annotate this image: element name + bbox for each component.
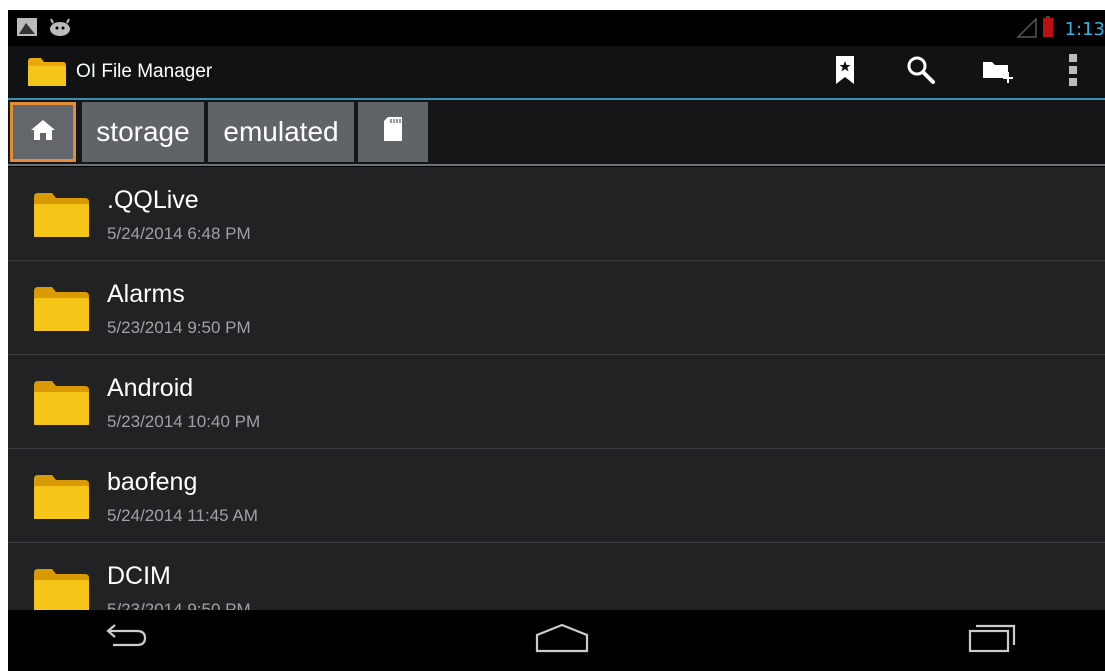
- breadcrumb-emulated[interactable]: emulated: [208, 102, 354, 162]
- signal-icon: [1016, 17, 1038, 43]
- file-name: Android: [107, 374, 194, 402]
- action-bar: OI File Manager: [8, 46, 1105, 100]
- status-bar: 1:13: [8, 10, 1105, 45]
- battery-icon: [1042, 16, 1054, 43]
- breadcrumb-home[interactable]: [10, 102, 76, 162]
- overflow-menu-icon: [1068, 53, 1078, 92]
- file-name: .QQLive: [107, 186, 199, 214]
- file-date: 5/23/2014 9:50 PM: [107, 318, 251, 337]
- sd-card-icon: [383, 116, 403, 149]
- navigation-bar: [8, 610, 1105, 671]
- new-folder-button[interactable]: [964, 46, 1034, 98]
- breadcrumb: storage emulated: [8, 100, 1105, 166]
- folder-icon: [34, 193, 89, 242]
- android-debug-icon: [48, 17, 72, 42]
- recent-apps-button[interactable]: [932, 610, 1052, 671]
- file-date: 5/24/2014 11:45 AM: [107, 506, 258, 525]
- status-time: 1:13: [1064, 19, 1105, 40]
- app-title: OI File Manager: [76, 61, 213, 82]
- breadcrumb-sdcard[interactable]: [358, 102, 428, 162]
- file-date: 5/23/2014 10:40 PM: [107, 412, 261, 431]
- app-folder-icon: [28, 58, 66, 91]
- search-button[interactable]: [886, 46, 956, 98]
- file-date: 5/24/2014 6:48 PM: [107, 224, 251, 243]
- recent-apps-icon: [967, 623, 1017, 658]
- file-name: Alarms: [107, 280, 185, 308]
- bookmarks-button[interactable]: [810, 46, 880, 98]
- screenshot-notification-icon: [16, 17, 38, 42]
- breadcrumb-storage[interactable]: storage: [82, 102, 204, 162]
- list-item[interactable]: Alarms 5/23/2014 9:50 PM: [8, 261, 1105, 355]
- folder-icon: [34, 381, 89, 430]
- back-icon: [99, 623, 149, 658]
- bookmark-icon: [835, 55, 855, 90]
- android-screen: 1:13 OI File Manager storage emulated .Q…: [8, 10, 1105, 671]
- file-name: baofeng: [107, 468, 198, 496]
- list-item[interactable]: .QQLive 5/24/2014 6:48 PM: [8, 167, 1105, 261]
- overflow-menu-button[interactable]: [1043, 46, 1103, 98]
- folder-icon: [34, 287, 89, 336]
- file-list[interactable]: .QQLive 5/24/2014 6:48 PM Alarms 5/23/20…: [8, 167, 1105, 610]
- list-item[interactable]: baofeng 5/24/2014 11:45 AM: [8, 449, 1105, 543]
- back-button[interactable]: [64, 610, 184, 671]
- file-date: 5/23/2014 9:50 PM: [107, 600, 251, 610]
- list-item[interactable]: DCIM 5/23/2014 9:50 PM: [8, 543, 1105, 610]
- folder-icon: [34, 475, 89, 524]
- file-name: DCIM: [107, 562, 171, 590]
- home-button[interactable]: [502, 610, 622, 671]
- folder-icon: [34, 569, 89, 610]
- search-icon: [906, 55, 936, 90]
- list-item[interactable]: Android 5/23/2014 10:40 PM: [8, 355, 1105, 449]
- home-icon: [30, 116, 56, 148]
- new-folder-icon: [982, 56, 1016, 89]
- home-nav-icon: [535, 623, 589, 658]
